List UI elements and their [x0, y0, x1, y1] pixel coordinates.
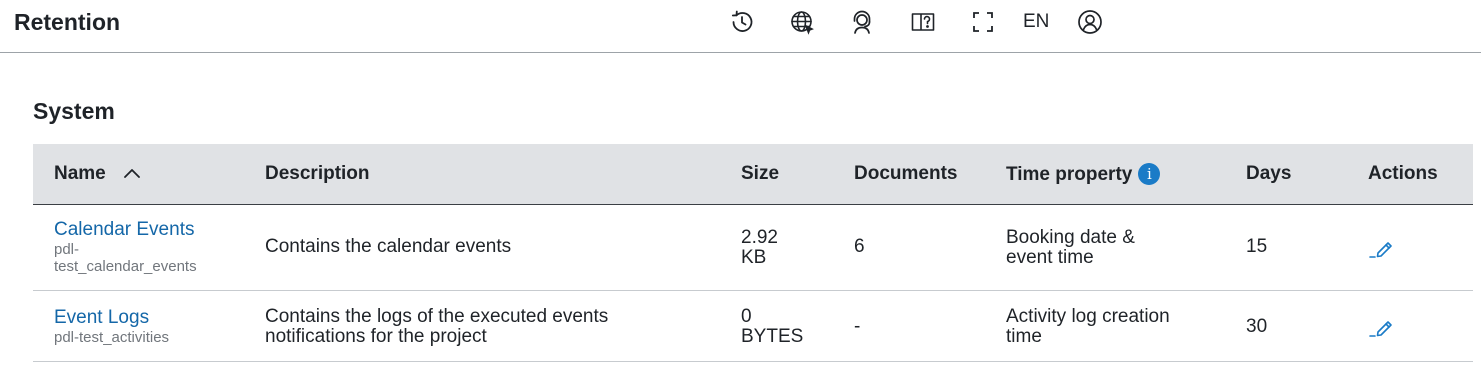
days-cell: 15: [1246, 236, 1268, 257]
edit-icon[interactable]: [1368, 234, 1396, 262]
fullscreen-icon[interactable]: [968, 7, 998, 37]
support-icon[interactable]: [847, 7, 877, 37]
page-title: Retention: [14, 9, 121, 35]
top-bar: Retention EN: [0, 0, 1481, 53]
help-book-icon[interactable]: [908, 7, 938, 37]
description-cell: Contains the logs of the executed events…: [265, 306, 609, 347]
retention-table: Name Description Size Documents Time pro…: [33, 144, 1473, 362]
time-property-cell: Booking date & event time: [1006, 227, 1135, 268]
language-selector[interactable]: EN: [1023, 11, 1049, 33]
name-cell: Calendar Events pdl- test_calendar_event…: [54, 219, 244, 275]
edit-icon[interactable]: [1368, 313, 1396, 341]
column-header-documents: Documents: [854, 163, 958, 184]
history-icon[interactable]: [727, 7, 757, 37]
dataset-id: pdl-test_activities: [54, 329, 170, 346]
time-property-cell: Activity log creation time: [1006, 306, 1170, 347]
name-cell: Event Logs pdl-test_activities: [54, 307, 244, 346]
dataset-name-link[interactable]: Calendar Events: [54, 219, 244, 241]
dataset-id: test_calendar_events: [54, 258, 197, 275]
dataset-id: pdl-: [54, 241, 80, 258]
size-cell: 2.92 KB: [741, 227, 778, 268]
documents-cell: 6: [854, 236, 865, 257]
table-header: Name Description Size Documents Time pro…: [33, 144, 1473, 205]
column-header-description: Description: [265, 163, 370, 184]
column-header-name[interactable]: Name: [54, 163, 141, 185]
size-cell: 0 BYTES: [741, 306, 804, 347]
documents-cell: -: [854, 316, 861, 337]
user-icon[interactable]: [1075, 7, 1105, 37]
table-row: Calendar Events pdl- test_calendar_event…: [33, 205, 1473, 291]
column-header-actions: Actions: [1368, 163, 1438, 184]
column-header-days: Days: [1246, 163, 1292, 184]
section-title: System: [33, 98, 115, 124]
info-icon[interactable]: i: [1138, 163, 1161, 185]
globe-icon[interactable]: [787, 7, 817, 37]
column-header-size: Size: [741, 163, 780, 184]
description-cell: Contains the calendar events: [265, 236, 512, 257]
table-row: Event Logs pdl-test_activities Contains …: [33, 291, 1473, 362]
dataset-name-link[interactable]: Event Logs: [54, 307, 244, 329]
column-header-time-property: Time property i: [1006, 163, 1161, 186]
sort-ascending-icon[interactable]: [123, 163, 141, 185]
days-cell: 30: [1246, 316, 1268, 337]
